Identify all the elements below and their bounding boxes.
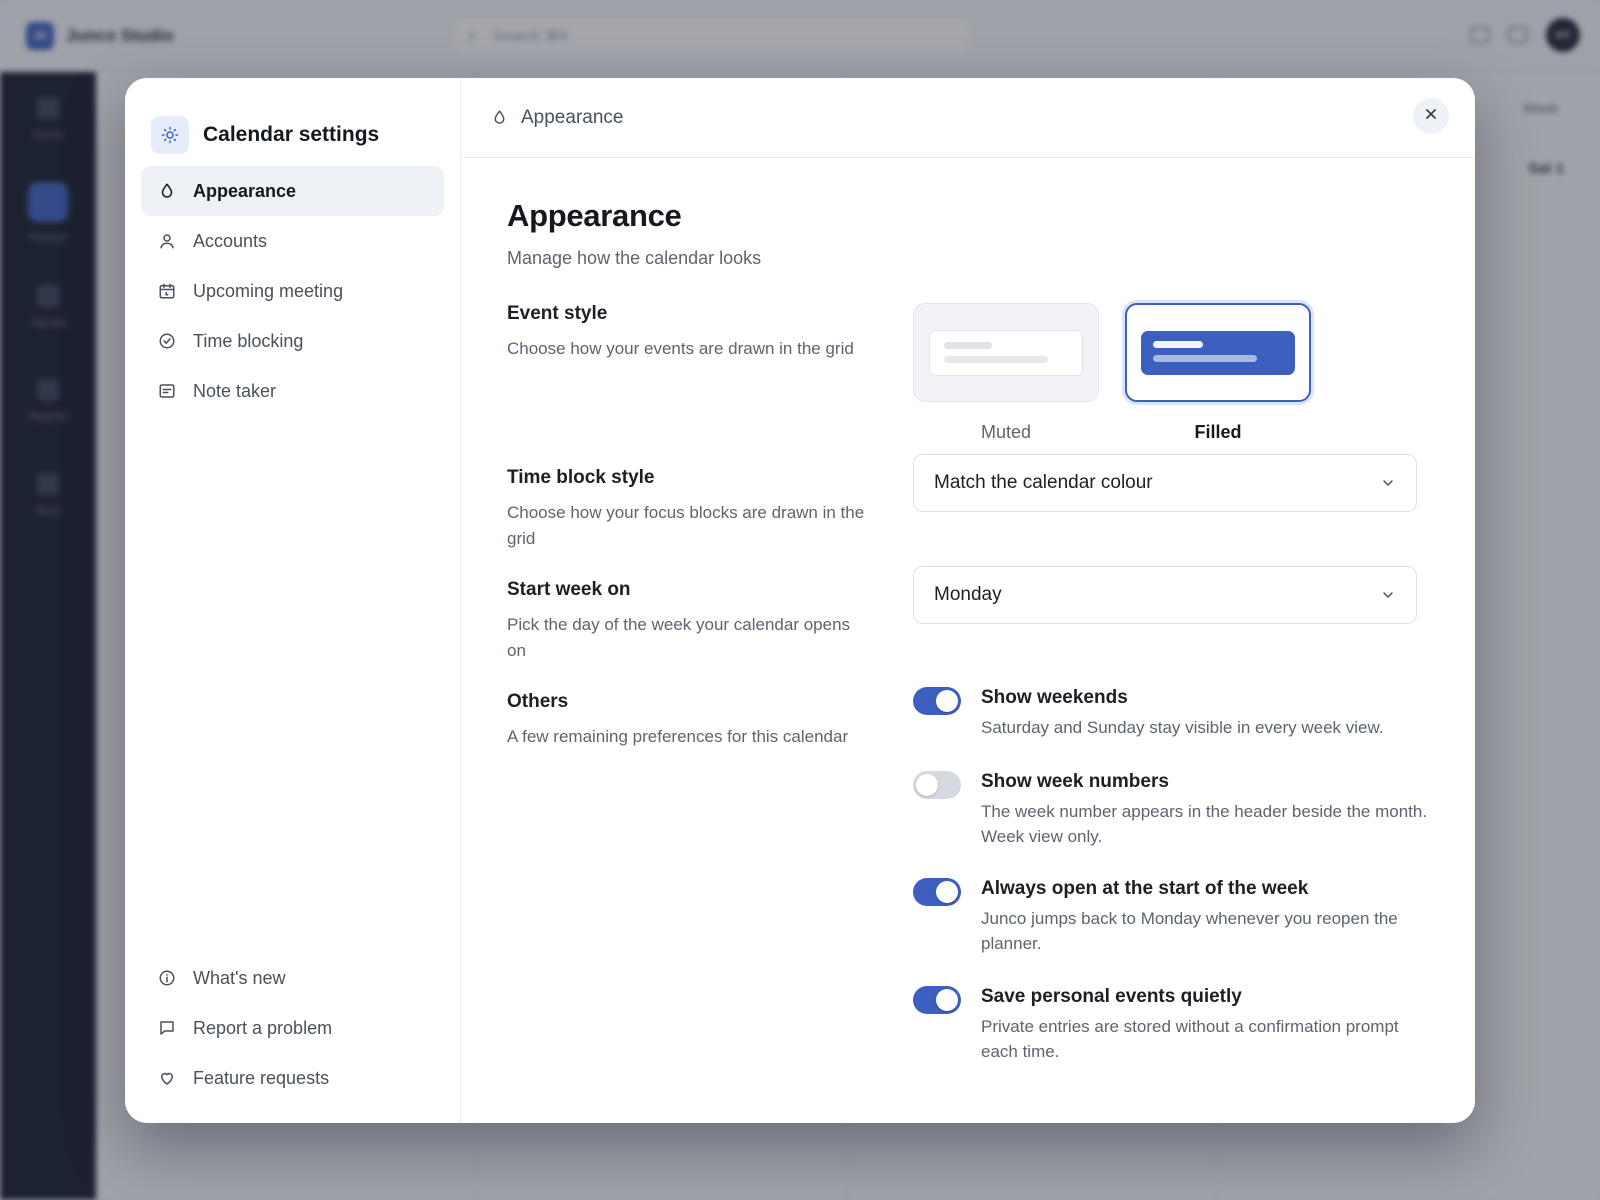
style-option-label: Filled [1194,422,1242,442]
time-block-select[interactable]: Match the calendar colour [913,454,1417,512]
style-option-label: Muted [980,422,1032,442]
toggle-item-save-quietly: Save personal events quietly Private ent… [913,984,1433,1064]
sidebar-item-appearance[interactable]: Appearance [141,166,444,216]
sidebar-item-feature-requests[interactable]: Feature requests [141,1053,444,1103]
sidebar-item-label: What's new [193,967,286,988]
breadcrumb: Appearance [461,78,1475,158]
start-week-select[interactable]: Monday [913,566,1417,624]
sidebar-header: Calendar settings [141,78,444,166]
user-icon [157,231,177,251]
settings-body: Appearance Manage how the calendar looks… [461,158,1475,1071]
chevron-down-icon [1380,475,1396,497]
toggle-item-always-open-start: Always open at the start of the week Jun… [913,876,1433,984]
select-value: Match the calendar colour [934,472,1153,493]
close-button[interactable] [1413,98,1449,134]
time-block-row: Time block style Choose how your focus b… [507,454,1429,579]
style-option-muted[interactable]: Muted [913,303,1099,443]
breadcrumb-label: Appearance [521,106,624,128]
show-weekends-toggle[interactable] [913,687,961,715]
sidebar-item-time-blocking[interactable]: Time blocking [141,316,444,366]
droplet-icon [157,181,177,201]
save-quietly-toggle[interactable] [913,986,961,1014]
close-icon [1424,107,1438,126]
sidebar-item-report-problem[interactable]: Report a problem [141,1003,444,1053]
info-icon [157,968,177,988]
event-style-description: Choose how your events are drawn in the … [507,339,854,358]
sidebar-item-label: Appearance [193,180,297,201]
style-preview-muted [913,303,1099,402]
settings-dialog: Calendar settings Appearance Accounts Up… [125,78,1475,1123]
toggle-title: Save personal events quietly [981,986,1242,1007]
toggle-description: Saturday and Sunday stay visible in ever… [981,718,1384,737]
sidebar-item-label: Feature requests [193,1067,330,1088]
page-subtitle: Manage how the calendar looks [507,248,762,268]
chevron-down-icon [1380,587,1396,609]
toggle-title: Show week numbers [981,771,1169,792]
heart-icon [157,1068,177,1088]
sidebar-item-label: Upcoming meeting [193,280,344,301]
event-style-options: Muted Filled [913,303,1311,443]
sidebar-item-whats-new[interactable]: What's new [141,953,444,1003]
calendar-icon [157,281,177,301]
page-title: Appearance [507,198,682,233]
sidebar-item-label: Accounts [193,230,268,251]
toggle-description: Private entries are stored without a con… [981,1017,1399,1061]
style-option-filled[interactable]: Filled [1125,303,1311,443]
sidebar-footer: What's new Report a problem Feature requ… [141,953,444,1103]
style-preview-filled [1125,303,1311,402]
sidebar-item-label: Note taker [193,380,277,401]
sidebar-item-accounts[interactable]: Accounts [141,216,444,266]
toggle-title: Always open at the start of the week [981,878,1309,899]
preference-toggles: Show weekends Saturday and Sunday stay v… [913,685,1433,1064]
time-block-description: Choose how your focus blocks are drawn i… [507,503,865,548]
others-description: A few remaining preferences for this cal… [507,727,849,746]
settings-content: Appearance Appearance Manage how the cal… [461,78,1475,1123]
toggle-item-show-week-numbers: Show week numbers The week number appear… [913,769,1433,876]
start-week-row: Start week on Pick the day of the week y… [507,566,1429,691]
note-icon [157,381,177,401]
others-row: Others A few remaining preferences for t… [507,687,1429,1071]
sidebar-title: Calendar settings [203,123,380,146]
toggle-item-show-weekends: Show weekends Saturday and Sunday stay v… [913,685,1433,769]
toggle-description: The week number appears in the header be… [981,802,1428,846]
message-icon [157,1018,177,1038]
toggle-title: Show weekends [981,687,1128,708]
sidebar-item-upcoming-meeting[interactable]: Upcoming meeting [141,266,444,316]
event-style-row: Event style Choose how your events are d… [507,303,1429,467]
show-week-numbers-toggle[interactable] [913,771,961,799]
toggle-description: Junco jumps back to Monday whenever you … [981,909,1398,953]
settings-nav: Appearance Accounts Upcoming meeting Tim… [141,166,444,416]
select-value: Monday [934,584,1002,605]
muted-event-preview [929,329,1083,376]
settings-sidebar: Calendar settings Appearance Accounts Up… [125,78,461,1123]
sidebar-item-note-taker[interactable]: Note taker [141,366,444,416]
sidebar-item-label: Time blocking [193,330,304,351]
gear-icon [151,116,189,154]
always-open-start-toggle[interactable] [913,878,961,906]
sidebar-item-label: Report a problem [193,1017,333,1038]
check-circle-icon [157,331,177,351]
droplet-icon [489,108,509,128]
filled-event-preview [1141,330,1295,375]
start-week-description: Pick the day of the week your calendar o… [507,615,851,660]
